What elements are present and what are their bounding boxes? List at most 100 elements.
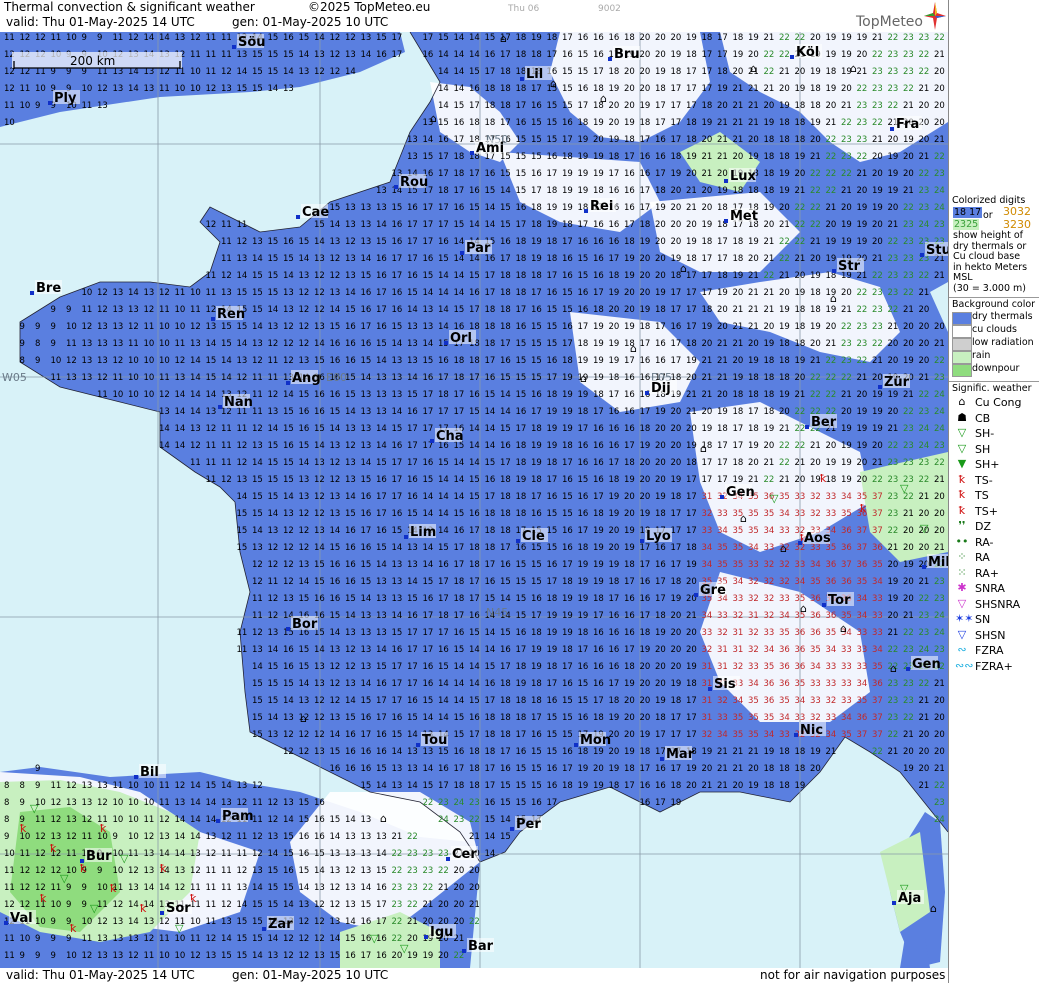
thermal-digit: 18 (531, 203, 542, 213)
thermal-digit: 20 (624, 84, 635, 94)
thermal-digit: 36 (841, 543, 852, 553)
thermal-digit: 10 (35, 917, 46, 927)
thermal-digit: 21 (686, 407, 697, 417)
thermal-digit: 34 (872, 577, 883, 587)
thermal-digit: 17 (640, 560, 651, 570)
thermal-digit: 17 (593, 288, 604, 298)
thermal-digit: 20 (655, 33, 666, 43)
thermal-digit: 13 (345, 424, 356, 434)
city-marker[interactable]: Cha (430, 428, 464, 444)
city-marker[interactable]: Ami (470, 140, 504, 156)
thermal-digit: 33 (872, 594, 883, 604)
thermal-digit: 19 (609, 356, 620, 366)
thermal-digit: 12 (330, 67, 341, 77)
thermal-digit: 16 (283, 645, 294, 655)
thermal-digit: 15 (237, 917, 248, 927)
thermal-digit: 37 (857, 730, 868, 740)
thermal-digit: 23 (841, 339, 852, 349)
city-marker[interactable]: Rou (394, 174, 428, 190)
thermal-digit: 37 (872, 713, 883, 723)
thermal-digit: 11 (237, 628, 248, 638)
thermal-digit: 21 (702, 169, 713, 179)
thermal-digit: 33 (795, 509, 806, 519)
thermal-digit: 14 (469, 662, 480, 672)
thermal-digit: 11 (252, 407, 263, 417)
thermal-digit: 10 (97, 883, 108, 893)
weather-symbol-icon: ⌂ (380, 812, 387, 825)
thermal-digit: 13 (407, 764, 418, 774)
thermal-digit: 18 (516, 33, 527, 43)
thermal-digit: 17 (655, 101, 666, 111)
thermal-digit: 18 (500, 509, 511, 519)
thermal-digit: 20 (671, 203, 682, 213)
thermal-digit: 37 (872, 509, 883, 519)
thermal-digit: 14 (454, 254, 465, 264)
thermal-digit: 14 (159, 33, 170, 43)
thermal-digit: 15 (438, 458, 449, 468)
thermal-digit: 14 (330, 832, 341, 842)
thermal-digit: 14 (159, 849, 170, 859)
thermal-digit: 20 (934, 696, 945, 706)
thermal-digit: 20 (934, 747, 945, 757)
thermal-digit: 20 (671, 220, 682, 230)
city-marker[interactable]: Met (724, 208, 758, 224)
thermal-digit: 14 (314, 543, 325, 553)
thermal-digit: 18 (593, 186, 604, 196)
thermal-digit: 11 (175, 288, 186, 298)
thermal-digit: 24 (919, 645, 930, 655)
thermal-digit: 16 (283, 662, 294, 672)
city-marker[interactable]: Nan (218, 394, 253, 410)
thermal-digit: 13 (330, 713, 341, 723)
city-marker[interactable]: Gen (906, 656, 941, 672)
thermal-digit: 33 (857, 662, 868, 672)
city-marker[interactable]: Mar (660, 746, 695, 762)
city-marker[interactable]: Gen (720, 484, 755, 500)
thermal-digit: 13 (299, 560, 310, 570)
thermal-digit: 35 (733, 730, 744, 740)
thermal-digit: 22 (872, 339, 883, 349)
thermal-digit: 18 (717, 424, 728, 434)
city-marker[interactable]: Ang (286, 370, 321, 386)
thermal-digit: 18 (593, 390, 604, 400)
thermal-digit: 20 (841, 288, 852, 298)
thermal-digit: 19 (779, 101, 790, 111)
thermal-digit: 18 (547, 254, 558, 264)
thermal-digit: 19 (578, 390, 589, 400)
city-marker[interactable]: Pam (216, 808, 254, 824)
thermal-digit: 17 (717, 237, 728, 247)
thermal-digit: 16 (640, 577, 651, 587)
thermal-digit: 35 (748, 713, 759, 723)
thermal-digit: 12 (144, 305, 155, 315)
city-marker[interactable]: Ren (211, 306, 245, 322)
thermal-digit: 16 (547, 356, 558, 366)
thermal-digit: 14 (438, 50, 449, 60)
thermal-digit: 19 (702, 747, 713, 757)
thermal-digit: 16 (361, 305, 372, 315)
thermal-digit: 20 (655, 220, 666, 230)
city-marker[interactable]: Mon (574, 732, 611, 748)
thermal-digit: 22 (826, 356, 837, 366)
weather-map[interactable]: 1112121110991112141413121111121415161514… (0, 32, 948, 968)
thermal-digit: 13 (97, 339, 108, 349)
thermal-digit: 19 (686, 152, 697, 162)
thermal-digit: 16 (609, 407, 620, 417)
thermal-digit: 20 (934, 492, 945, 502)
thermal-digit: 13 (66, 798, 77, 808)
thermal-digit: 20 (934, 101, 945, 111)
thermal-digit: 20 (671, 424, 682, 434)
thermal-digit: 23 (919, 407, 930, 417)
thermal-digit: 22 (857, 356, 868, 366)
thermal-digit: 16 (314, 390, 325, 400)
thermal-digit: 12 (314, 475, 325, 485)
city-marker[interactable]: Söu (232, 34, 266, 50)
thermal-digit: 14 (190, 373, 201, 383)
snow-rain-shower-icon: ▽ (957, 596, 967, 610)
thermal-digit: 10 (51, 900, 62, 910)
thermal-digit: 21 (826, 747, 837, 757)
thermal-digit: 20 (795, 271, 806, 281)
thermal-digit: 20 (934, 118, 945, 128)
thermal-digit: 17 (454, 764, 465, 774)
thermal-digit: 18 (733, 390, 744, 400)
thermal-digit: 14 (454, 67, 465, 77)
thermal-digit: 20 (624, 288, 635, 298)
